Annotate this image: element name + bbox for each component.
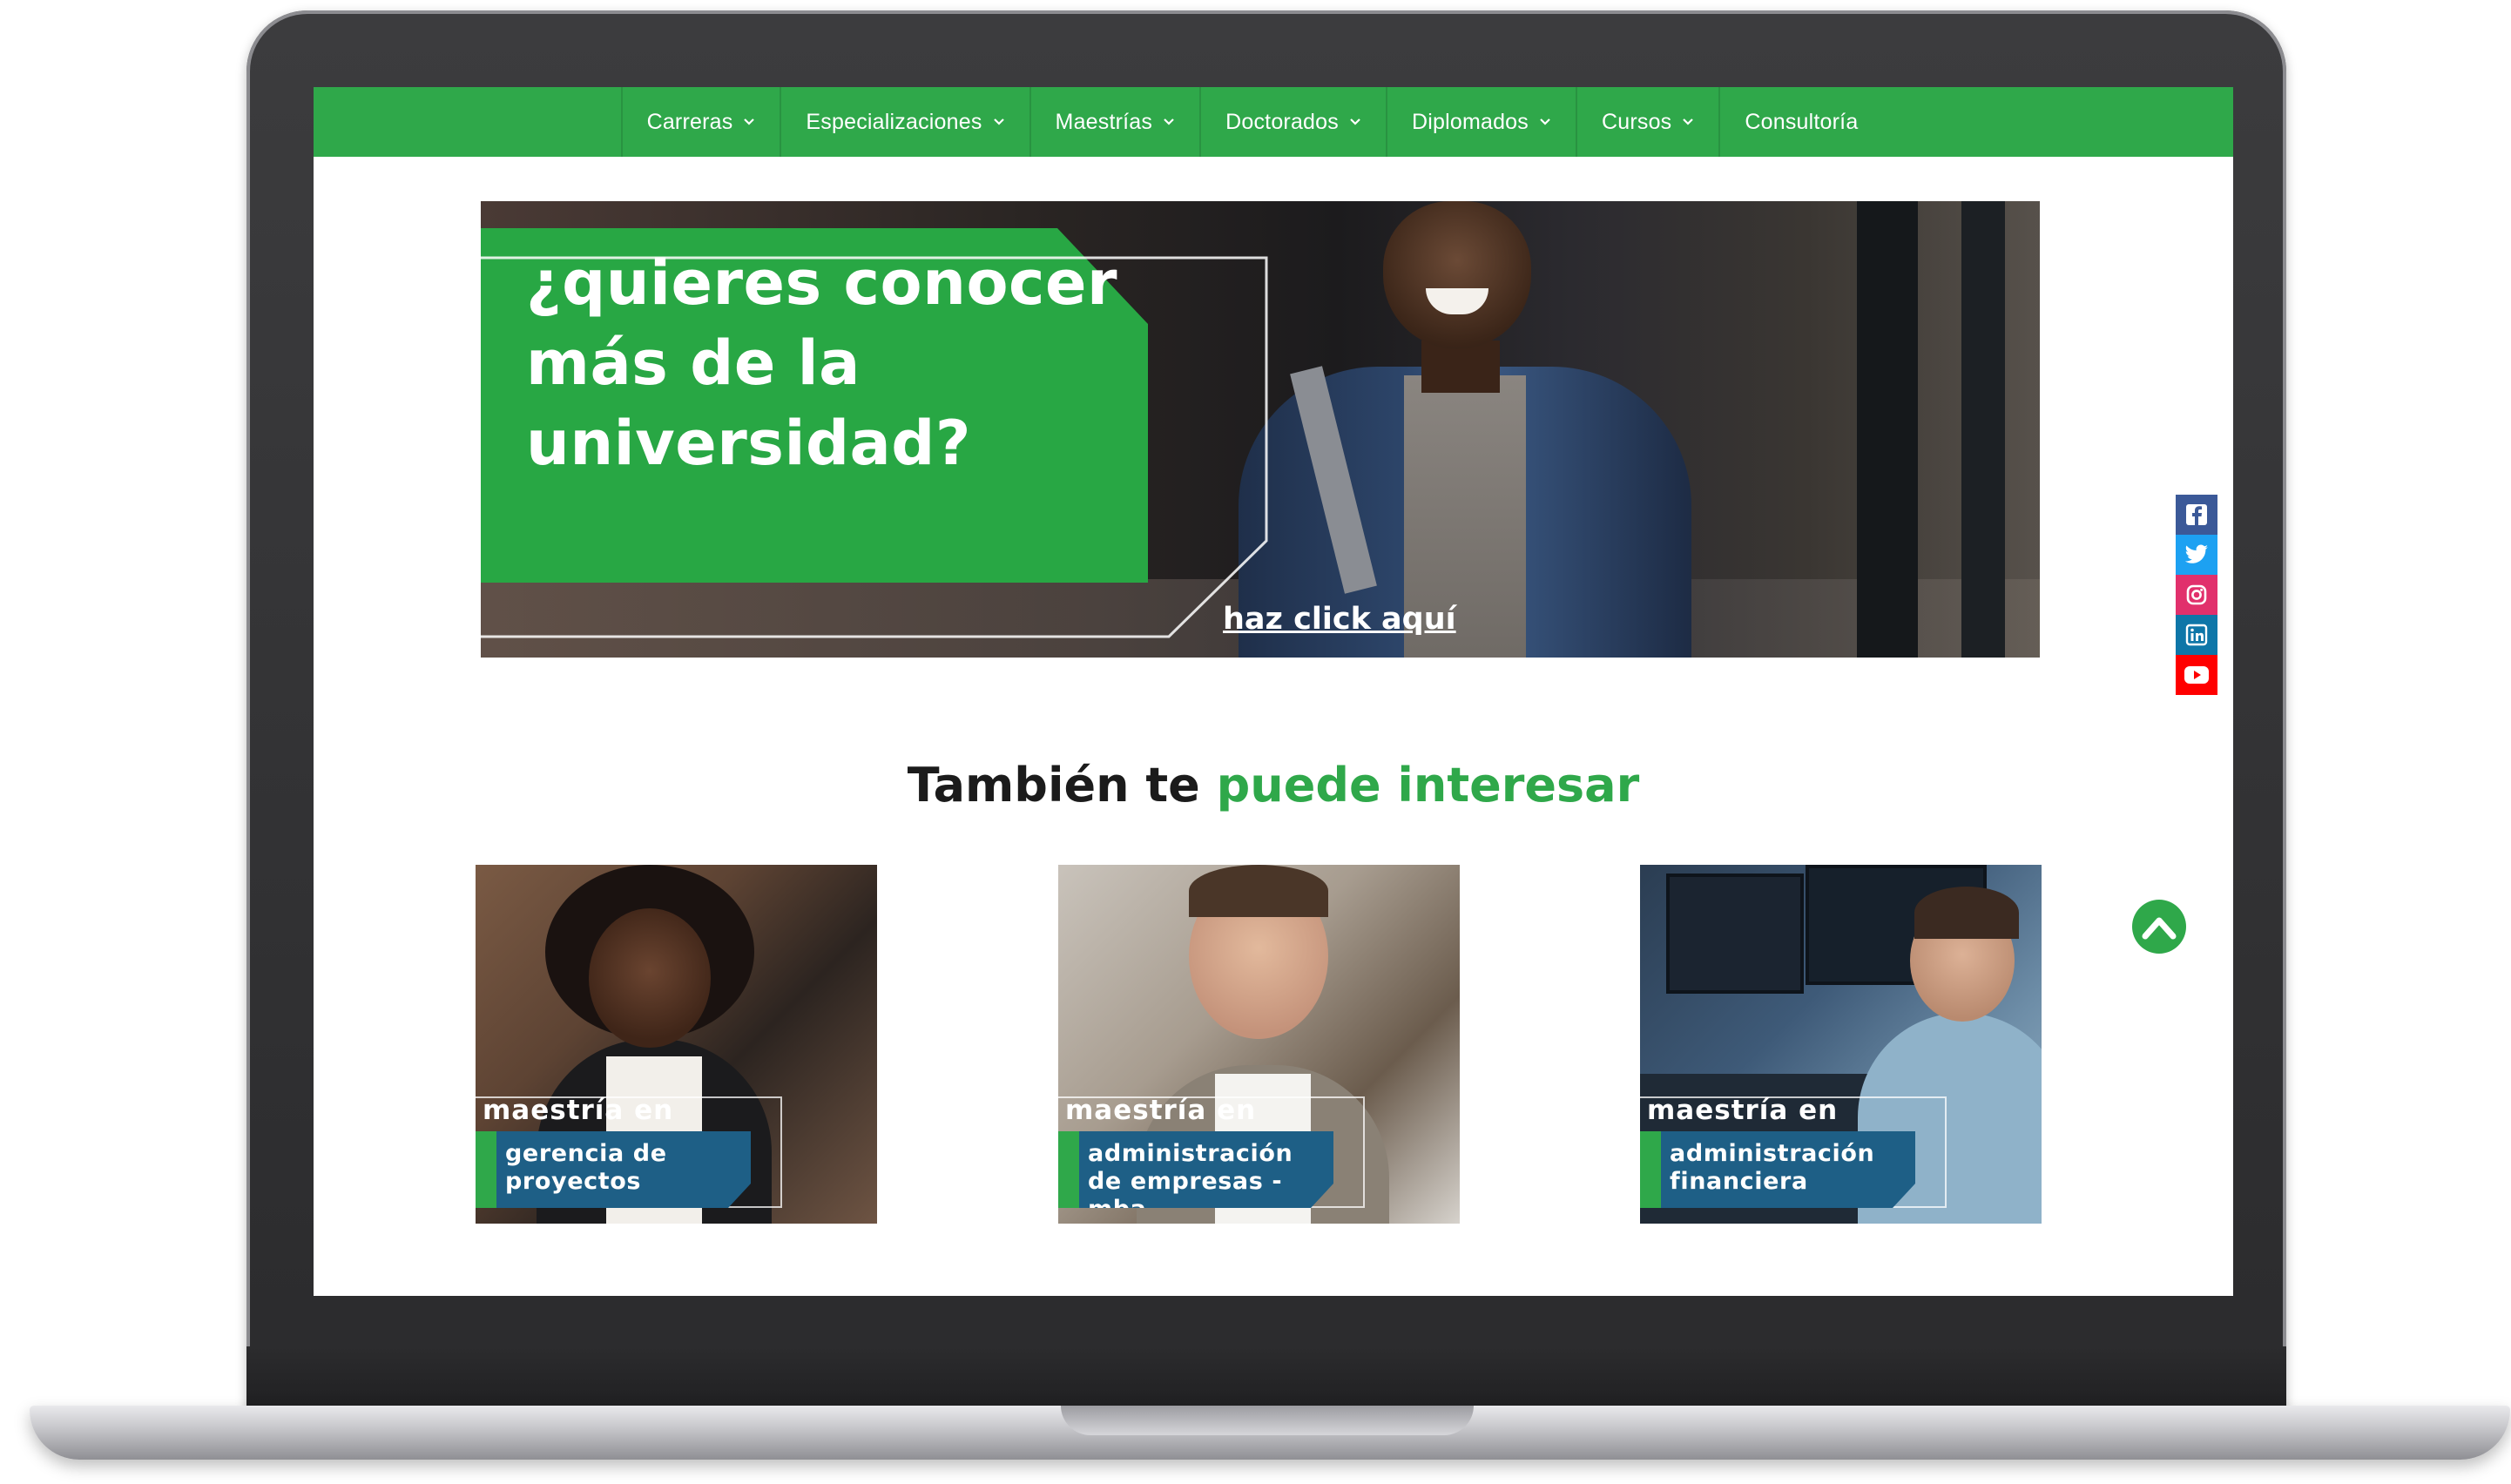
nav-item-doctorados[interactable]: Doctorados — [1199, 87, 1386, 157]
hero-headline: ¿quieres conocer más de la universidad? — [526, 247, 1118, 479]
card-photo-monitor — [1666, 874, 1804, 994]
chevron-down-icon — [1164, 118, 1174, 125]
section-title-plain: También te — [907, 758, 1200, 813]
chevron-down-icon — [744, 118, 755, 125]
nav-item-carreras[interactable]: Carreras — [620, 87, 780, 157]
nav-label: Especializaciones — [806, 109, 982, 134]
nav-label: Consultoría — [1745, 109, 1859, 134]
instagram-button[interactable] — [2176, 575, 2217, 615]
hero-photo-door — [1961, 201, 2005, 658]
scroll-to-top-button[interactable] — [2132, 900, 2186, 954]
card-title: administración financiera — [1670, 1140, 1875, 1195]
nav-item-cursos[interactable]: Cursos — [1575, 87, 1718, 157]
nav-item-maestrias[interactable]: Maestrías — [1029, 87, 1200, 157]
nav-list: Carreras Especializaciones Maestrías Doc… — [620, 87, 1883, 157]
program-card[interactable]: maestría en gerencia de proyectos — [476, 865, 877, 1224]
social-sidebar — [2176, 495, 2217, 695]
card-label-box: gerencia de proyectos — [476, 1131, 751, 1208]
card-prefix: maestría en — [1647, 1095, 1839, 1126]
chevron-up-icon — [2142, 917, 2177, 940]
nav-label: Diplomados — [1411, 109, 1529, 134]
chevron-down-icon — [1683, 118, 1694, 125]
twitter-icon — [2184, 544, 2208, 563]
website-screen: Carreras Especializaciones Maestrías Doc… — [314, 87, 2233, 1296]
card-label-box: administración financiera — [1640, 1131, 1915, 1208]
section-title-accent: puede interesar — [1216, 758, 1640, 813]
card-label-box: administración de empresas - mba — [1058, 1131, 1333, 1208]
laptop-notch — [1061, 1406, 1474, 1435]
hero-photo-head — [1383, 201, 1531, 349]
facebook-button[interactable] — [2176, 495, 2217, 535]
youtube-icon — [2184, 666, 2209, 684]
nav-label: Cursos — [1601, 109, 1672, 134]
card-prefix: maestría en — [1065, 1095, 1257, 1126]
nav-label: Doctorados — [1225, 109, 1339, 134]
card-photo-face — [589, 908, 711, 1048]
hero-cta-link[interactable]: haz click aquí — [1223, 602, 1456, 637]
card-photo-hair — [1189, 865, 1328, 917]
card-photo-hair — [1914, 887, 2019, 939]
card-title: gerencia de proyectos — [505, 1140, 667, 1195]
nav-item-diplomados[interactable]: Diplomados — [1385, 87, 1576, 157]
nav-item-consultoria[interactable]: Consultoría — [1718, 87, 1882, 157]
linkedin-icon — [2185, 624, 2208, 646]
laptop-bezel-bottom — [246, 1346, 2286, 1413]
facebook-icon — [2186, 504, 2207, 525]
program-card[interactable]: maestría en administración de empresas -… — [1058, 865, 1460, 1224]
chevron-down-icon — [993, 118, 1004, 125]
twitter-button[interactable] — [2176, 535, 2217, 575]
section-title: También te puede interesar — [314, 758, 2233, 813]
card-prefix: maestría en — [483, 1095, 674, 1126]
chevron-down-icon — [1540, 118, 1550, 125]
program-card[interactable]: maestría en administración financiera — [1640, 865, 2042, 1224]
main-navbar: Carreras Especializaciones Maestrías Doc… — [314, 87, 2233, 157]
hero-banner[interactable]: ¿quieres conocer más de la universidad? … — [481, 201, 2040, 658]
nav-item-especializaciones[interactable]: Especializaciones — [780, 87, 1029, 157]
nav-label: Maestrías — [1055, 109, 1153, 134]
linkedin-button[interactable] — [2176, 615, 2217, 655]
youtube-button[interactable] — [2176, 655, 2217, 695]
hero-photo-door — [1857, 201, 1918, 658]
nav-label: Carreras — [646, 109, 733, 134]
chevron-down-icon — [1350, 118, 1360, 125]
instagram-icon — [2186, 584, 2207, 605]
